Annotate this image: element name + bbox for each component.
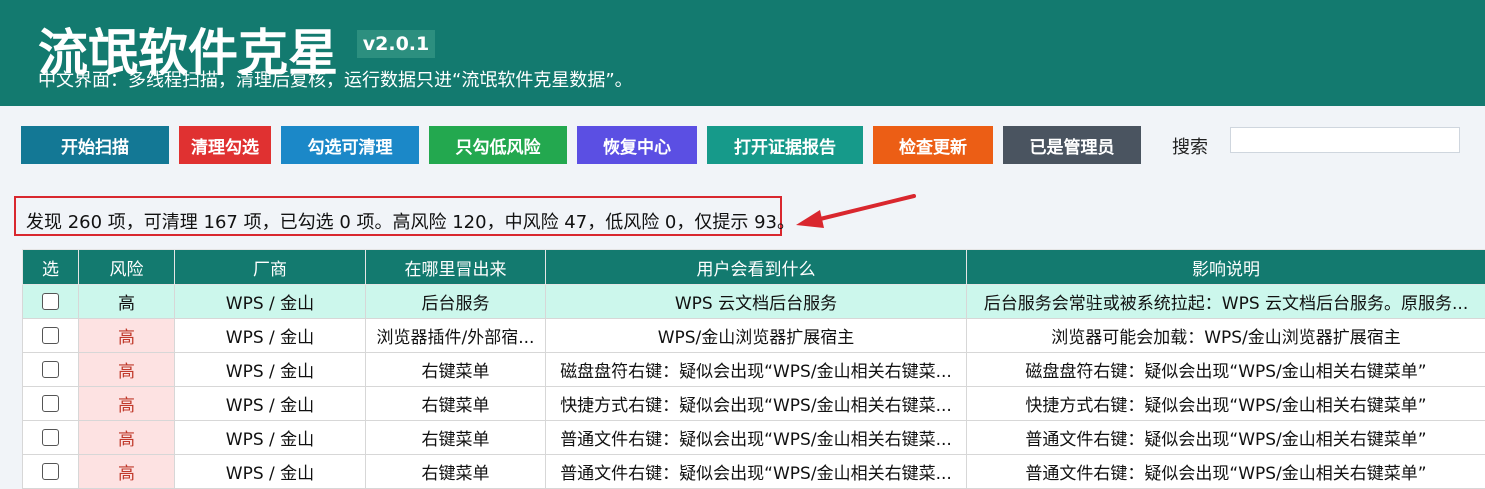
vendor-cell: WPS / 金山: [175, 285, 366, 319]
vendor-cell: WPS / 金山: [175, 319, 366, 353]
vendor-cell: WPS / 金山: [175, 421, 366, 455]
risk-cell: 高: [79, 421, 175, 455]
col-header-select[interactable]: 选: [23, 250, 79, 285]
app-title: 流氓软件克星: [38, 22, 338, 84]
risk-cell: 高: [79, 455, 175, 489]
table-row[interactable]: 高 WPS / 金山 浏览器插件/外部宿... WPS/金山浏览器扩展宿主 浏览…: [23, 319, 1485, 353]
row-checkbox[interactable]: [42, 327, 59, 344]
row-checkbox[interactable]: [42, 293, 59, 310]
impact-cell: 后台服务会常驻或被系统拉起：WPS 云文档后台服务。原服务...: [967, 285, 1485, 319]
vendor-cell: WPS / 金山: [175, 387, 366, 421]
user-sees-cell: 普通文件右键：疑似会出现“WPS/金山相关右键菜...: [546, 421, 967, 455]
col-header-impact[interactable]: 影响说明: [967, 250, 1485, 285]
impact-cell: 普通文件右键：疑似会出现“WPS/金山相关右键菜单”: [967, 455, 1485, 489]
location-cell: 右键菜单: [366, 353, 546, 387]
col-header-risk[interactable]: 风险: [79, 250, 175, 285]
location-cell: 右键菜单: [366, 421, 546, 455]
user-sees-cell: 磁盘盘符右键：疑似会出现“WPS/金山相关右键菜...: [546, 353, 967, 387]
risk-cell: 高: [79, 353, 175, 387]
select-low-risk-button[interactable]: 只勾低风险: [429, 126, 567, 164]
app-header: 中文界面：多线程扫描，清理后复核，运行数据只进“流氓软件克星数据”。 流氓软件克…: [0, 0, 1485, 106]
risk-cell: 高: [79, 319, 175, 353]
table-row[interactable]: 高 WPS / 金山 右键菜单 磁盘盘符右键：疑似会出现“WPS/金山相关右键菜…: [23, 353, 1485, 387]
location-cell: 浏览器插件/外部宿...: [366, 319, 546, 353]
table-row[interactable]: 高 WPS / 金山 右键菜单 普通文件右键：疑似会出现“WPS/金山相关右键菜…: [23, 455, 1485, 489]
admin-status-button[interactable]: 已是管理员: [1003, 126, 1141, 164]
check-update-button[interactable]: 检查更新: [873, 126, 993, 164]
col-header-location[interactable]: 在哪里冒出来: [366, 250, 546, 285]
select-cleanable-button[interactable]: 勾选可清理: [281, 126, 419, 164]
table-row[interactable]: 高 WPS / 金山 右键菜单 普通文件右键：疑似会出现“WPS/金山相关右键菜…: [23, 421, 1485, 455]
start-scan-button[interactable]: 开始扫描: [21, 126, 169, 164]
impact-cell: 磁盘盘符右键：疑似会出现“WPS/金山相关右键菜单”: [967, 353, 1485, 387]
version-badge: v2.0.1: [357, 30, 435, 58]
table-header-row: 选 风险 厂商 在哪里冒出来 用户会看到什么 影响说明: [23, 250, 1485, 285]
location-cell: 右键菜单: [366, 455, 546, 489]
table-row[interactable]: 高 WPS / 金山 右键菜单 快捷方式右键：疑似会出现“WPS/金山相关右键菜…: [23, 387, 1485, 421]
open-evidence-report-button[interactable]: 打开证据报告: [707, 126, 863, 164]
search-input[interactable]: [1230, 127, 1460, 153]
table-row[interactable]: 高 WPS / 金山 后台服务 WPS 云文档后台服务 后台服务会常驻或被系统拉…: [23, 285, 1485, 319]
row-checkbox[interactable]: [42, 395, 59, 412]
risk-cell: 高: [79, 387, 175, 421]
user-sees-cell: WPS/金山浏览器扩展宿主: [546, 319, 967, 353]
results-table: 选 风险 厂商 在哪里冒出来 用户会看到什么 影响说明 高 WPS / 金山 后…: [22, 249, 1485, 489]
vendor-cell: WPS / 金山: [175, 455, 366, 489]
user-sees-cell: 快捷方式右键：疑似会出现“WPS/金山相关右键菜...: [546, 387, 967, 421]
impact-cell: 浏览器可能会加载：WPS/金山浏览器扩展宿主: [967, 319, 1485, 353]
clean-selected-button[interactable]: 清理勾选: [179, 126, 271, 164]
search-label: 搜索: [1172, 133, 1208, 159]
scan-summary: 发现 260 项，可清理 167 项，已勾选 0 项。高风险 120，中风险 4…: [26, 208, 795, 234]
row-checkbox[interactable]: [42, 361, 59, 378]
location-cell: 后台服务: [366, 285, 546, 319]
row-checkbox[interactable]: [42, 429, 59, 446]
col-header-vendor[interactable]: 厂商: [175, 250, 366, 285]
risk-cell: 高: [79, 285, 175, 319]
annotation-arrow-icon: [790, 190, 920, 234]
user-sees-cell: 普通文件右键：疑似会出现“WPS/金山相关右键菜...: [546, 455, 967, 489]
recovery-center-button[interactable]: 恢复中心: [577, 126, 697, 164]
location-cell: 右键菜单: [366, 387, 546, 421]
col-header-user-sees[interactable]: 用户会看到什么: [546, 250, 967, 285]
row-checkbox[interactable]: [42, 463, 59, 480]
user-sees-cell: WPS 云文档后台服务: [546, 285, 967, 319]
impact-cell: 快捷方式右键：疑似会出现“WPS/金山相关右键菜单”: [967, 387, 1485, 421]
vendor-cell: WPS / 金山: [175, 353, 366, 387]
impact-cell: 普通文件右键：疑似会出现“WPS/金山相关右键菜单”: [967, 421, 1485, 455]
